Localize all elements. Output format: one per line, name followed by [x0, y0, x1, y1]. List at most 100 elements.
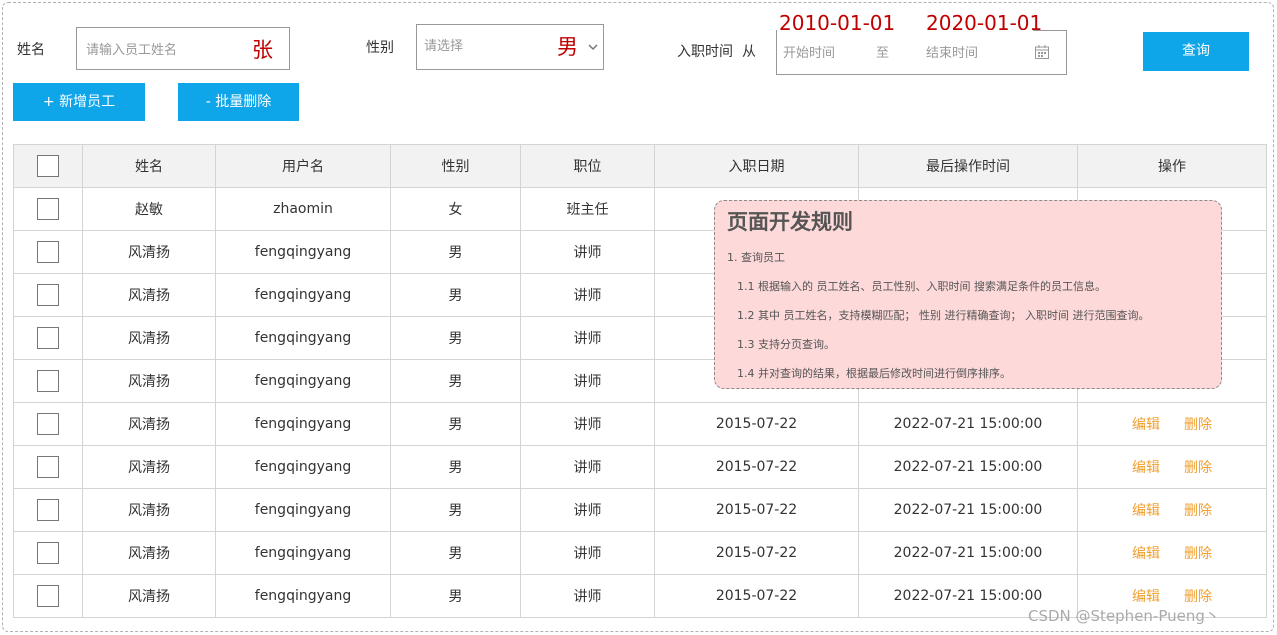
- row-checkbox[interactable]: [37, 241, 59, 263]
- cell-position: 讲师: [520, 445, 655, 489]
- cell-username: fengqingyang: [215, 488, 391, 532]
- batch-delete-button[interactable]: - 批量删除: [178, 83, 299, 121]
- cell-name: 风清扬: [82, 359, 216, 403]
- cell-name: 风清扬: [82, 402, 216, 446]
- cell-name: 风清扬: [82, 488, 216, 532]
- edit-link[interactable]: 编辑: [1132, 586, 1160, 606]
- name-label: 姓名: [17, 42, 45, 58]
- row-checkbox[interactable]: [37, 413, 59, 435]
- cell-username: fengqingyang: [215, 574, 391, 618]
- row-select-cell: [13, 187, 83, 231]
- gender-select[interactable]: 请选择 男: [416, 24, 604, 70]
- cell-hire-date: 2015-07-22: [654, 402, 859, 446]
- row-select-cell: [13, 316, 83, 360]
- note-line: 1.2 其中 员工姓名，支持模糊匹配； 性别 进行精确查询； 入职时间 进行范围…: [737, 309, 1150, 322]
- edit-link[interactable]: 编辑: [1132, 457, 1160, 477]
- gender-select-placeholder: 请选择: [424, 39, 464, 54]
- cell-position: 讲师: [520, 359, 655, 403]
- select-all-checkbox[interactable]: [37, 155, 59, 177]
- cell-name: 风清扬: [82, 531, 216, 575]
- row-checkbox[interactable]: [37, 456, 59, 478]
- delete-link[interactable]: 删除: [1184, 586, 1212, 606]
- chevron-down-icon: [587, 38, 599, 57]
- cell-hire-date: 2015-07-22: [654, 574, 859, 618]
- select-all-cell: [13, 144, 83, 188]
- edit-link[interactable]: 编辑: [1132, 543, 1160, 563]
- delete-link[interactable]: 删除: [1184, 457, 1212, 477]
- cell-position: 讲师: [520, 316, 655, 360]
- row-select-cell: [13, 574, 83, 618]
- note-line: 1.4 并对查询的结果，根据最后修改时间进行倒序排序。: [737, 367, 1011, 380]
- row-checkbox[interactable]: [37, 499, 59, 521]
- cell-name: 风清扬: [82, 316, 216, 360]
- cell-position: 讲师: [520, 402, 655, 446]
- row-select-cell: [13, 531, 83, 575]
- date-from-label: 从: [742, 44, 756, 60]
- cell-last-updated: 2022-07-21 15:00:00: [858, 531, 1078, 575]
- cell-hire-date: 2015-07-22: [654, 488, 859, 532]
- date-picker-top-edge: [1033, 30, 1067, 31]
- header-last-updated: 最后操作时间: [858, 144, 1078, 188]
- header-actions: 操作: [1077, 144, 1267, 188]
- header-username: 用户名: [215, 144, 391, 188]
- name-input-placeholder: 请输入员工姓名: [86, 43, 178, 58]
- cell-username: fengqingyang: [215, 316, 391, 360]
- delete-link[interactable]: 删除: [1184, 500, 1212, 520]
- cell-actions: 编辑 删除: [1077, 488, 1267, 532]
- cell-gender: 男: [390, 316, 521, 360]
- cell-actions: 编辑 删除: [1077, 402, 1267, 446]
- cell-username: fengqingyang: [215, 230, 391, 274]
- cell-gender: 男: [390, 574, 521, 618]
- delete-link[interactable]: 删除: [1184, 543, 1212, 563]
- cell-username: zhaomin: [215, 187, 391, 231]
- cell-last-updated: 2022-07-21 15:00:00: [858, 445, 1078, 489]
- date-end-input[interactable]: 结束时间: [926, 45, 978, 63]
- table-header-row: 姓名 用户名 性别 职位 入职日期 最后操作时间 操作: [13, 144, 1267, 188]
- cell-gender: 女: [390, 187, 521, 231]
- name-search-input[interactable]: 请输入员工姓名 张: [76, 27, 290, 70]
- delete-link[interactable]: 删除: [1184, 414, 1212, 434]
- edit-link[interactable]: 编辑: [1132, 414, 1160, 434]
- cell-position: 班主任: [520, 187, 655, 231]
- date-start-input[interactable]: 开始时间: [783, 45, 835, 63]
- date-separator: 至: [876, 46, 890, 61]
- watermark: CSDN @Stephen-Pueng丶: [1028, 607, 1220, 625]
- cell-hire-date: 2015-07-22: [654, 445, 859, 489]
- edit-link[interactable]: 编辑: [1132, 500, 1160, 520]
- date-range-picker[interactable]: 开始时间 至 结束时间: [776, 30, 1067, 75]
- row-select-cell: [13, 273, 83, 317]
- note-line: 1.3 支持分页查询。: [737, 338, 835, 351]
- cell-username: fengqingyang: [215, 402, 391, 446]
- cell-gender: 男: [390, 230, 521, 274]
- note-line: 1.1 根据输入的 员工姓名、员工性别、入职时间 搜索满足条件的员工信息。: [737, 280, 1106, 293]
- header-gender: 性别: [390, 144, 521, 188]
- cell-hire-date: 2015-07-22: [654, 531, 859, 575]
- row-checkbox[interactable]: [37, 327, 59, 349]
- header-position: 职位: [520, 144, 655, 188]
- note-title: 页面开发规则: [727, 210, 853, 234]
- cell-gender: 男: [390, 445, 521, 489]
- query-button[interactable]: 查询: [1143, 32, 1249, 71]
- cell-name: 赵敏: [82, 187, 216, 231]
- cell-gender: 男: [390, 402, 521, 446]
- table-row: 风清扬 fengqingyang 男讲师 2015-07-22 2022-07-21 1…: [13, 402, 1267, 446]
- row-checkbox[interactable]: [37, 542, 59, 564]
- cell-position: 讲师: [520, 531, 655, 575]
- cell-position: 讲师: [520, 273, 655, 317]
- row-checkbox[interactable]: [37, 198, 59, 220]
- cell-gender: 男: [390, 273, 521, 317]
- cell-gender: 男: [390, 488, 521, 532]
- gender-label: 性别: [366, 40, 394, 56]
- add-employee-button[interactable]: + 新增员工: [13, 83, 145, 121]
- row-select-cell: [13, 402, 83, 446]
- table-row: 风清扬 fengqingyang 男讲师 2015-07-22 2022-07-21 1…: [13, 488, 1267, 532]
- row-checkbox[interactable]: [37, 370, 59, 392]
- cell-last-updated: 2022-07-21 15:00:00: [858, 488, 1078, 532]
- row-checkbox[interactable]: [37, 284, 59, 306]
- calendar-icon[interactable]: [1034, 44, 1050, 64]
- cell-name: 风清扬: [82, 273, 216, 317]
- gender-annotation-value: 男: [557, 35, 578, 59]
- cell-gender: 男: [390, 359, 521, 403]
- row-checkbox[interactable]: [37, 585, 59, 607]
- note-line: 1. 查询员工: [727, 251, 785, 264]
